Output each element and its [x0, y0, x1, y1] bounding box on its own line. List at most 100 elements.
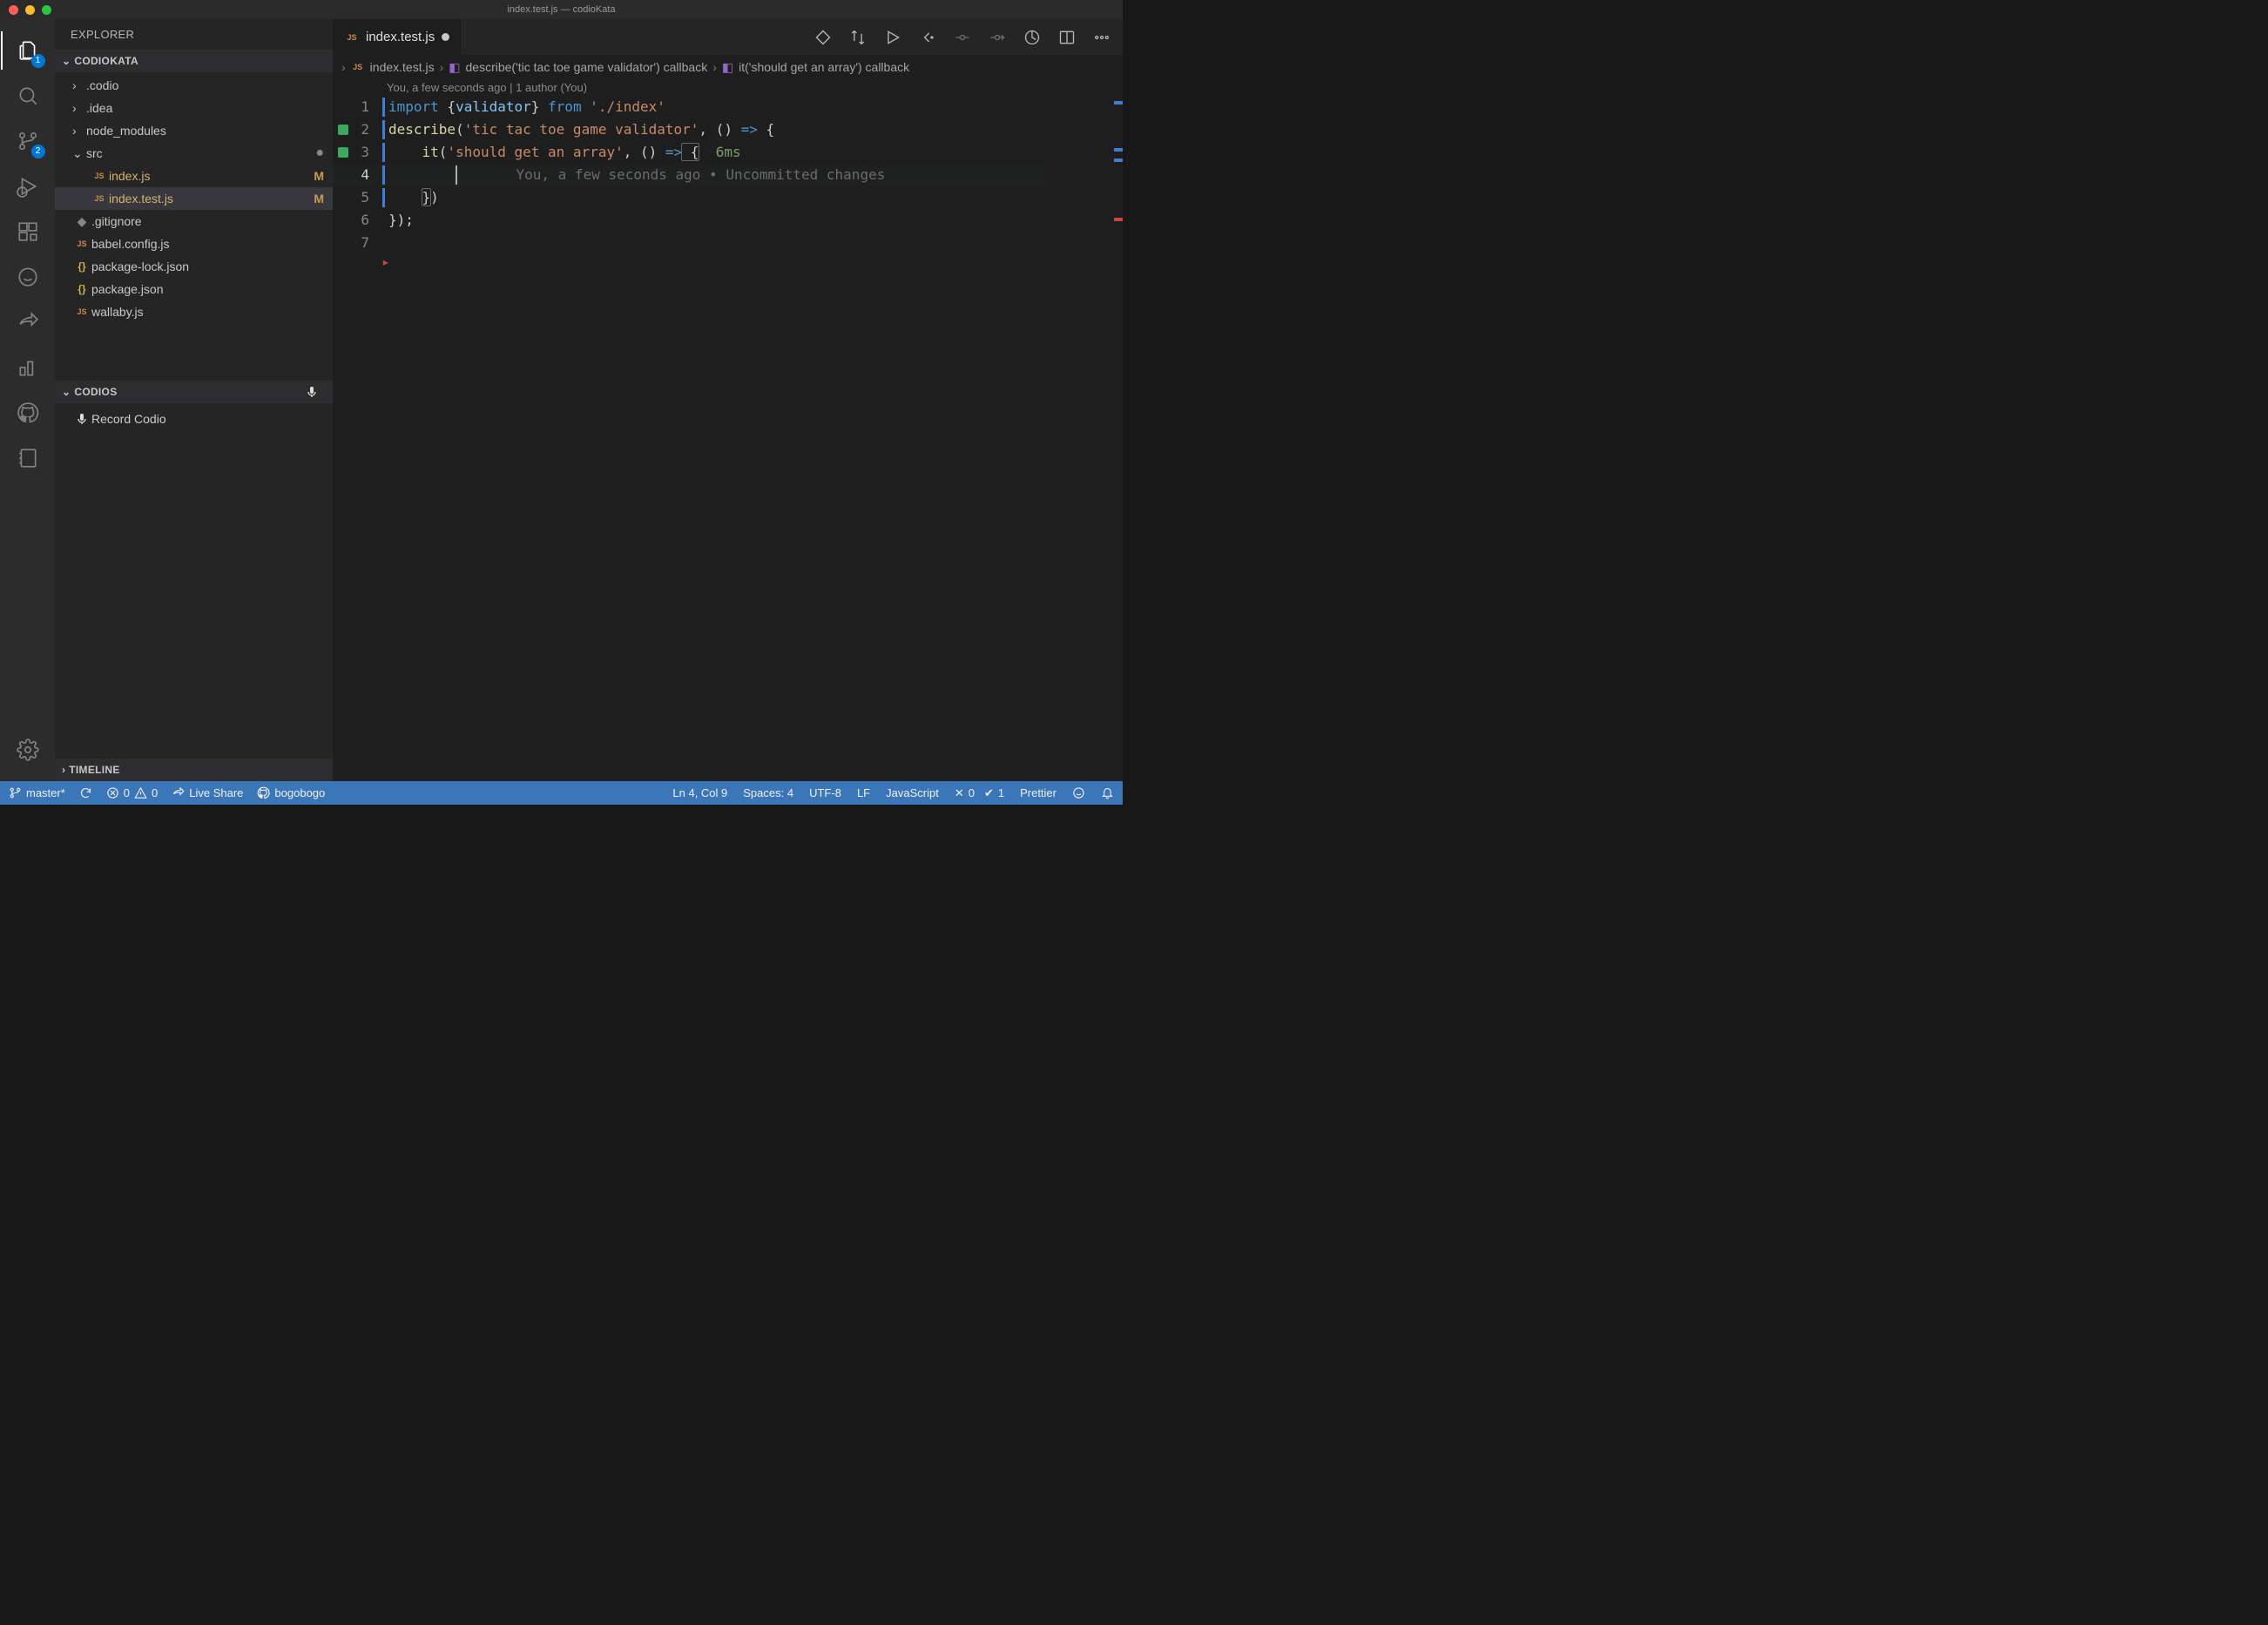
source-control-activity[interactable]: 2	[7, 118, 49, 164]
debug-icon	[17, 175, 39, 198]
close-window-button[interactable]	[9, 5, 18, 15]
minimize-window-button[interactable]	[25, 5, 35, 15]
sidebar-title: EXPLORER	[55, 19, 333, 50]
liveshare-status[interactable]: Live Share	[172, 786, 243, 799]
settings-activity[interactable]	[7, 727, 49, 772]
line-number: 1	[361, 96, 369, 118]
titlebar: index.test.js — codioKata	[0, 0, 1123, 19]
symbol-icon: ◧	[722, 60, 733, 75]
code-line[interactable]: import {validator} from './index'	[385, 96, 665, 118]
code-line[interactable]: })	[385, 186, 439, 209]
js-file-icon: JS	[345, 30, 359, 44]
project-section-label: CODIOKATA	[74, 55, 138, 67]
tabs-row: JS index.test.js	[333, 19, 1123, 55]
coverage-activity[interactable]	[7, 345, 49, 390]
chevron-down-icon: ⌄	[62, 386, 71, 398]
eol-status[interactable]: LF	[857, 786, 870, 799]
breadcrumb-it[interactable]: it('should get an array') callback	[739, 60, 909, 74]
language-status[interactable]: JavaScript	[886, 786, 939, 799]
github-icon	[17, 401, 39, 424]
timeline-section-header[interactable]: › TIMELINE	[55, 759, 333, 781]
file-index-js[interactable]: JS index.js M	[55, 165, 333, 187]
notifications-status[interactable]	[1101, 786, 1114, 799]
test-results-status[interactable]: ✕ 0 ✔ 1	[955, 786, 1004, 800]
open-changes-icon[interactable]	[1023, 29, 1041, 46]
folder-codio[interactable]: › .codio	[55, 74, 333, 97]
tab-label: index.test.js	[366, 30, 435, 44]
share-arrow-icon	[17, 311, 39, 334]
folder-src[interactable]: ⌄ src ●	[55, 142, 333, 165]
feedback-status[interactable]	[1072, 786, 1085, 799]
github-user-status[interactable]: bogobogo	[257, 786, 325, 799]
problems-status[interactable]: 0 0	[106, 786, 158, 799]
extensions-activity[interactable]	[7, 209, 49, 254]
timeline-section-label: TIMELINE	[69, 764, 119, 776]
minimap[interactable]	[1044, 96, 1123, 781]
line-number: 6	[361, 209, 369, 232]
file-tree: › .codio › .idea › node_modules ⌄ src ● …	[55, 72, 333, 325]
modified-status: M	[314, 169, 324, 183]
file-index-test-js[interactable]: JS index.test.js M	[55, 187, 333, 210]
dirty-indicator-icon	[442, 33, 449, 41]
folder-idea[interactable]: › .idea	[55, 97, 333, 119]
step-back-icon[interactable]	[919, 29, 936, 46]
js-file-icon: JS	[72, 305, 91, 319]
breadcrumb-file[interactable]: index.test.js	[370, 60, 435, 74]
editor-actions	[814, 19, 1123, 55]
folder-node-modules[interactable]: › node_modules	[55, 119, 333, 142]
file-gitignore[interactable]: ◆ .gitignore	[55, 210, 333, 233]
indentation-status[interactable]: Spaces: 4	[743, 786, 793, 799]
sync-status[interactable]	[79, 786, 92, 799]
search-activity[interactable]	[7, 73, 49, 118]
code-line[interactable]: });	[385, 209, 414, 232]
run-debug-activity[interactable]	[7, 164, 49, 209]
chevron-right-icon: ›	[712, 60, 717, 74]
git-branch-status[interactable]: master*	[9, 786, 65, 799]
encoding-status[interactable]: UTF-8	[809, 786, 841, 799]
test-pass-marker	[338, 125, 348, 135]
split-editor-icon[interactable]	[1058, 29, 1076, 46]
explorer-activity[interactable]: 1	[7, 28, 49, 73]
wallaby-action-icon[interactable]	[814, 29, 832, 46]
editor-tab[interactable]: JS index.test.js	[333, 19, 461, 55]
line-number: 7	[361, 232, 369, 254]
text-cursor	[456, 165, 457, 185]
code-line[interactable]: it('should get an array', () => { 6ms	[385, 141, 741, 164]
prettier-status[interactable]: Prettier	[1020, 786, 1056, 799]
git-codelens[interactable]: You, a few seconds ago | 1 author (You)	[333, 79, 1123, 96]
file-babel-config[interactable]: JS babel.config.js	[55, 233, 333, 255]
inline-blame: You, a few seconds ago • Uncommitted cha…	[516, 166, 886, 183]
commit-next-icon[interactable]	[989, 29, 1006, 46]
notebook-activity[interactable]	[7, 435, 49, 481]
commit-prev-icon[interactable]	[954, 29, 971, 46]
microphone-icon	[75, 412, 89, 426]
record-codio-label: Record Codio	[91, 412, 166, 426]
breadcrumb-describe[interactable]: describe('tic tac toe game validator') c…	[466, 60, 708, 74]
github-activity[interactable]	[7, 390, 49, 435]
code-editor[interactable]: 1 import {validator} from './index' 2 de…	[333, 96, 1123, 781]
file-package-lock[interactable]: {} package-lock.json	[55, 255, 333, 278]
record-codio-item[interactable]: Record Codio	[55, 407, 333, 431]
run-icon[interactable]	[884, 29, 901, 46]
file-wallaby[interactable]: JS wallaby.js	[55, 300, 333, 323]
activity-bar: 1 2	[0, 19, 55, 781]
compare-changes-icon[interactable]	[849, 29, 867, 46]
chevron-down-icon: ⌄	[72, 146, 86, 161]
microphone-icon[interactable]	[305, 385, 319, 399]
line-number: 2	[361, 118, 369, 141]
share-activity[interactable]	[7, 300, 49, 345]
bar-chart-icon	[17, 356, 39, 379]
cursor-position-status[interactable]: Ln 4, Col 9	[672, 786, 727, 799]
code-line[interactable]: describe('tic tac toe game validator', (…	[385, 118, 774, 141]
breadcrumbs[interactable]: › JS index.test.js › ◧ describe('tic tac…	[333, 55, 1123, 79]
error-icon	[106, 786, 119, 799]
wallaby-activity[interactable]	[7, 254, 49, 300]
code-line[interactable]: You, a few seconds ago • Uncommitted cha…	[385, 164, 885, 186]
file-package-json[interactable]: {} package.json	[55, 278, 333, 300]
project-section-header[interactable]: ⌄ CODIOKATA	[55, 50, 333, 72]
line-number: 4	[361, 164, 369, 186]
more-actions-icon[interactable]	[1093, 29, 1110, 46]
codios-section-header[interactable]: ⌄ CODIOS	[55, 381, 333, 403]
sync-icon	[79, 786, 92, 799]
zoom-window-button[interactable]	[42, 5, 51, 15]
